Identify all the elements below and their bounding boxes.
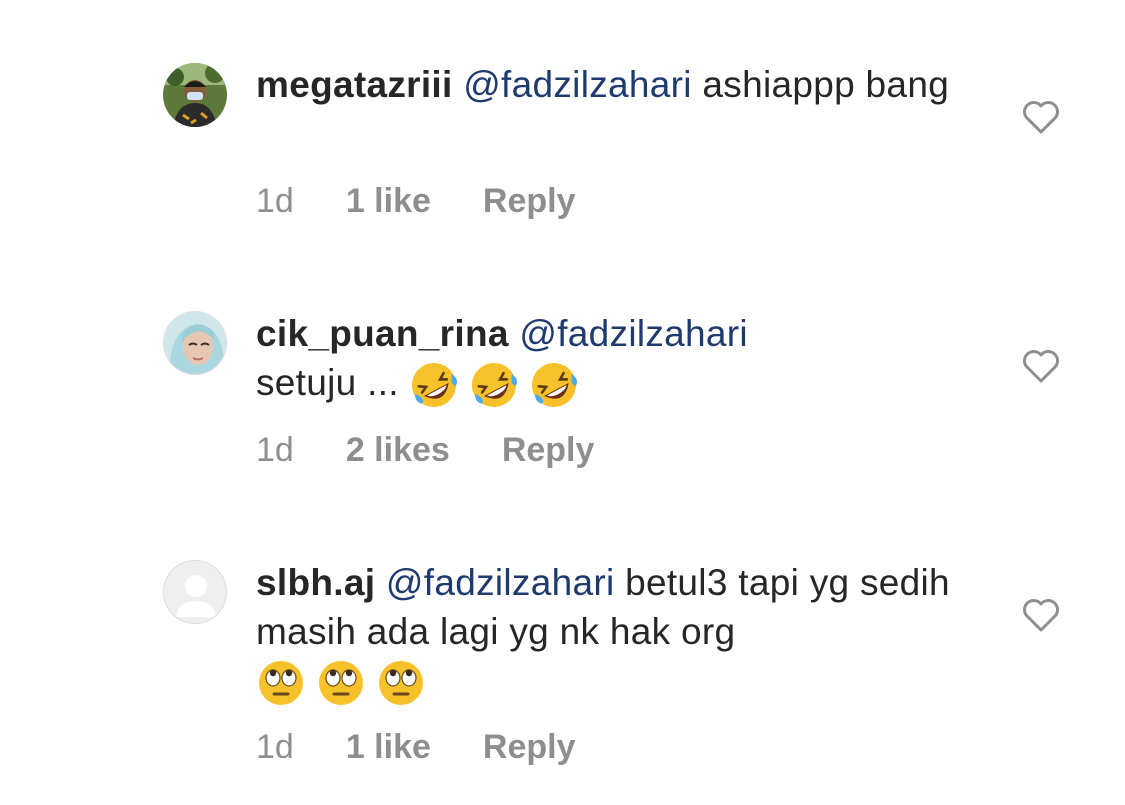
comment-meta: 1d 1 like Reply xyxy=(256,728,576,767)
comment-text: slbh.aj @fadzilzahari betul3 tapi yg sed… xyxy=(256,558,976,708)
comment-mention[interactable]: @fadzilzahari xyxy=(519,313,748,354)
comment-body: setuju ... xyxy=(256,362,399,403)
avatar[interactable] xyxy=(163,311,227,375)
heart-outline-icon[interactable] xyxy=(1021,99,1061,135)
comment-mention[interactable]: @fadzilzahari xyxy=(463,64,692,105)
comment-mention[interactable]: @fadzilzahari xyxy=(386,562,615,603)
comment-likes[interactable]: 1 like xyxy=(346,182,431,221)
reply-button[interactable]: Reply xyxy=(483,728,576,767)
comment-text: cik_puan_rina @fadzilzahari setuju ... xyxy=(256,309,976,410)
rofl-emoji xyxy=(409,360,459,410)
avatar[interactable] xyxy=(163,63,227,127)
comment-likes[interactable]: 1 like xyxy=(346,728,431,767)
avatar[interactable] xyxy=(163,560,227,624)
eye-roll-emoji xyxy=(256,658,306,708)
comment-time: 1d xyxy=(256,182,294,220)
reply-button[interactable]: Reply xyxy=(502,431,595,470)
heart-outline-icon[interactable] xyxy=(1021,597,1061,633)
comment-meta: 1d 1 like Reply xyxy=(256,182,576,221)
rofl-emoji xyxy=(469,360,519,410)
comment-time: 1d xyxy=(256,431,294,469)
comment-username[interactable]: cik_puan_rina xyxy=(256,313,509,354)
comment-username[interactable]: slbh.aj xyxy=(256,562,375,603)
comment-likes[interactable]: 2 likes xyxy=(346,431,450,470)
heart-outline-icon[interactable] xyxy=(1021,348,1061,384)
comment-meta: 1d 2 likes Reply xyxy=(256,431,594,470)
rofl-emoji xyxy=(529,360,579,410)
reply-button[interactable]: Reply xyxy=(483,182,576,221)
comment-username[interactable]: megatazriii xyxy=(256,64,453,105)
comment-body: ashiappp bang xyxy=(691,64,950,105)
comment-text: megatazriii @fadzilzahari ashiappp bang xyxy=(256,60,976,109)
eye-roll-emoji xyxy=(316,658,366,708)
emoji-row xyxy=(409,360,579,410)
comment-time: 1d xyxy=(256,728,294,766)
eye-roll-emoji xyxy=(376,658,426,708)
emoji-row xyxy=(256,658,426,708)
